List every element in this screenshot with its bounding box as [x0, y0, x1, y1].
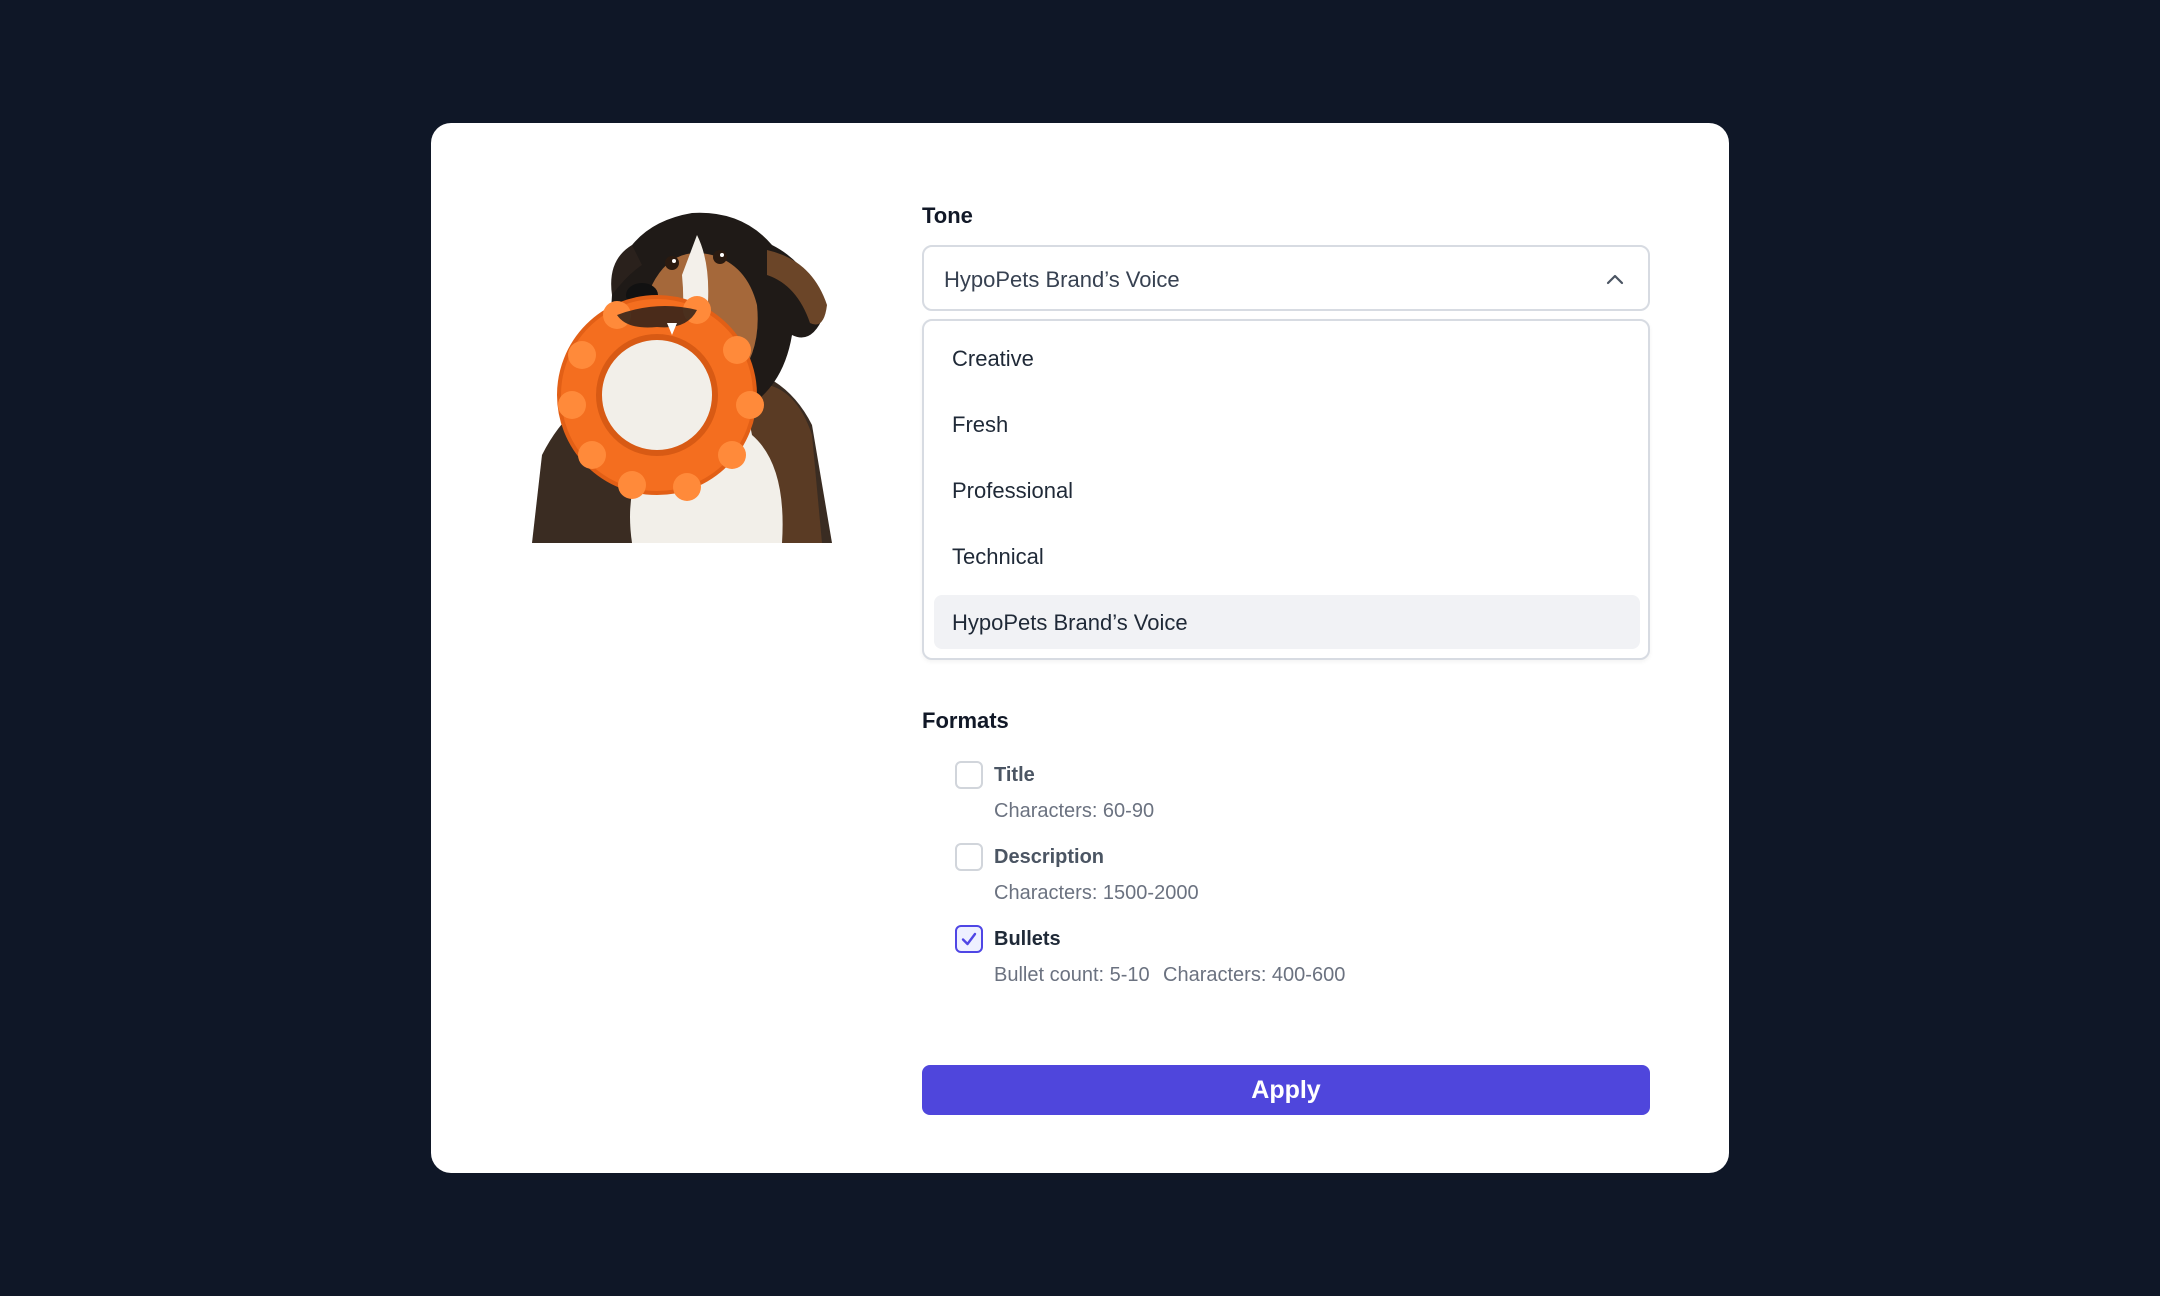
chevron-up-icon — [1604, 269, 1626, 291]
option-label: Professional — [952, 478, 1074, 503]
tone-option-creative[interactable]: Creative — [934, 331, 1640, 385]
tone-dropdown-menu: Creative Fresh Professional Technical Hy… — [922, 319, 1650, 660]
format-description-name: Description — [994, 846, 1105, 868]
format-title-name: Title — [994, 764, 1035, 786]
format-description-checkbox[interactable] — [955, 843, 983, 871]
option-label: HypoPets Brand’s Voice — [952, 610, 1188, 635]
option-label: Fresh — [952, 412, 1009, 437]
tone-select-value: HypoPets Brand’s Voice — [944, 267, 1180, 292]
option-label: Creative — [952, 346, 1034, 371]
tone-select[interactable]: HypoPets Brand’s Voice — [922, 245, 1650, 311]
format-bullets-checkbox[interactable] — [955, 925, 983, 953]
format-bullets-characters: Characters: 400-600 — [1163, 964, 1346, 986]
apply-button[interactable]: Apply — [922, 1065, 1650, 1115]
format-title-characters: Characters: 60-90 — [994, 800, 1155, 822]
check-icon — [961, 932, 977, 946]
tone-option-fresh[interactable]: Fresh — [934, 397, 1640, 451]
tone-option-professional[interactable]: Professional — [934, 463, 1640, 517]
tone-option-hypopets-brand-voice[interactable]: HypoPets Brand’s Voice — [934, 595, 1640, 649]
tone-settings-card: Tone HypoPets Brand’s Voice Creative Fre… — [431, 123, 1729, 1173]
tone-label: Tone — [922, 203, 973, 228]
format-title-checkbox[interactable] — [955, 761, 983, 789]
format-bullets-count: Bullet count: 5-10 — [994, 964, 1150, 986]
option-label: Technical — [952, 544, 1044, 569]
format-description-characters: Characters: 1500-2000 — [994, 882, 1199, 904]
formats-label: Formats — [922, 708, 1009, 733]
product-image-dog-with-orange-ring-toy — [512, 205, 844, 543]
tone-option-technical[interactable]: Technical — [934, 529, 1640, 583]
format-bullets-name: Bullets — [994, 928, 1061, 950]
